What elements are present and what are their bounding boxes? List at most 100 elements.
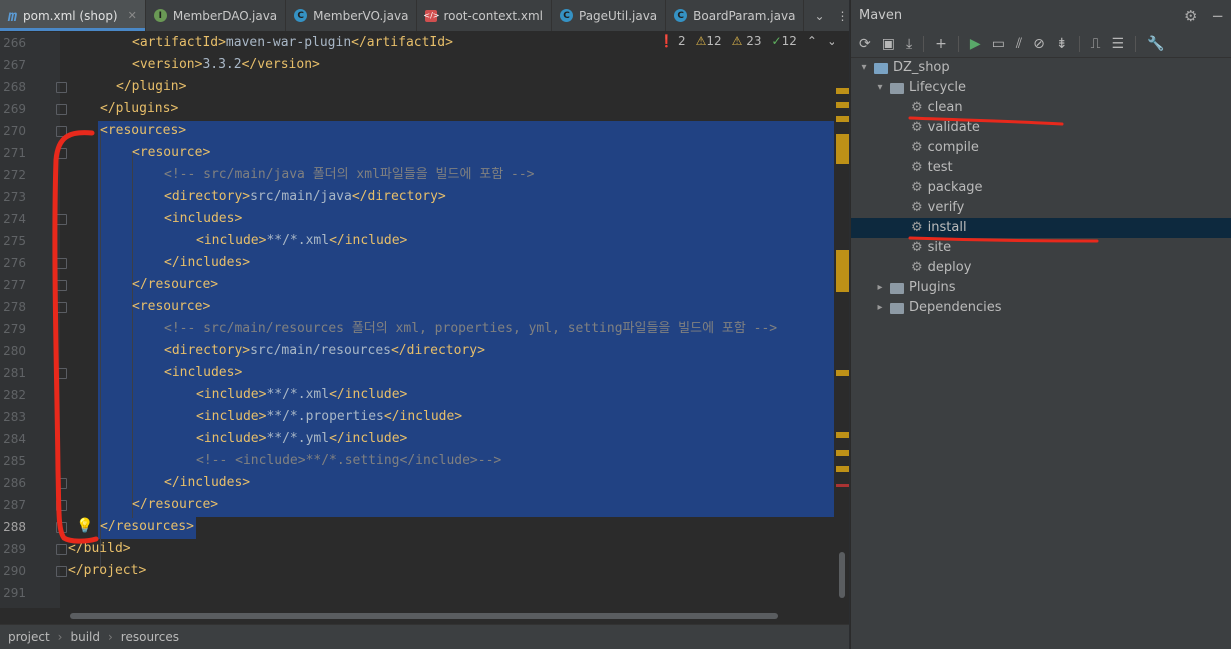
stripe-marker[interactable] [836, 250, 849, 292]
lifecycle-goal-test[interactable]: ⚙ test [911, 158, 953, 178]
lifecycle-goal-package[interactable]: ⚙ package [911, 178, 983, 198]
fold-marker[interactable] [56, 148, 67, 159]
inspection-widget[interactable]: ❗ 2 ⚠12 ⚠ 23 ✓12 ⌃ ⌄ [659, 34, 837, 48]
code-line[interactable]: </includes> [164, 252, 250, 274]
minimize-icon[interactable]: − [1211, 7, 1224, 25]
stripe-marker[interactable] [836, 370, 849, 376]
more-options-icon[interactable]: ⋮ [837, 9, 849, 23]
chevron-right-icon[interactable]: ▸ [875, 298, 885, 318]
code-area[interactable]: <artifactId>maven-war-plugin</artifactId… [68, 32, 834, 608]
code-line[interactable]: </includes> [164, 472, 250, 494]
stripe-marker[interactable] [836, 466, 849, 472]
stripe-marker[interactable] [836, 88, 849, 94]
skip-tests-icon[interactable]: ⊘ [1033, 36, 1045, 52]
tab-0[interactable]: m pom.xml (shop) ✕ [0, 0, 146, 31]
code-line[interactable]: <!-- src/main/java 폴더의 xml파일들을 빌드에 포함 --… [164, 164, 535, 186]
code-line[interactable]: <includes> [164, 208, 242, 230]
horizontal-scrollbar-thumb[interactable] [70, 613, 778, 619]
code-line[interactable]: </plugins> [100, 98, 178, 120]
stripe-marker[interactable] [836, 432, 849, 438]
close-icon[interactable]: ✕ [128, 9, 137, 22]
stripe-marker[interactable] [836, 116, 849, 122]
chevron-down-icon[interactable]: ▾ [875, 78, 885, 98]
vertical-scrollbar-thumb[interactable] [839, 552, 845, 598]
toggle-offline-icon[interactable]: ⫽ [1016, 36, 1022, 52]
code-line[interactable]: </build> [68, 538, 131, 560]
bulb-icon[interactable]: 💡 [76, 518, 93, 534]
add-icon[interactable]: + [935, 36, 947, 52]
code-line[interactable]: </resource> [132, 274, 218, 296]
tree-dependencies[interactable]: ▸ Dependencies [875, 298, 1001, 318]
error-count[interactable]: ❗ 2 [659, 34, 685, 48]
code-line[interactable]: <includes> [164, 362, 242, 384]
download-icon[interactable]: ⤓ [906, 36, 912, 52]
generate-sources-icon[interactable]: ▣ [882, 36, 895, 52]
chevron-down-icon[interactable]: ⌄ [814, 9, 824, 23]
typo-count[interactable]: ✓12 [772, 34, 797, 48]
chevron-right-icon[interactable]: ▸ [875, 278, 885, 298]
run-icon[interactable]: ▶ [970, 36, 981, 52]
code-line[interactable]: <include>**/*.yml</include> [196, 428, 407, 450]
lifecycle-goal-validate[interactable]: ⚙ validate [911, 118, 980, 138]
horizontal-scrollbar[interactable] [68, 610, 834, 622]
lifecycle-goal-install[interactable]: ⚙ install [851, 218, 1231, 238]
code-line[interactable]: <resources> [100, 120, 186, 142]
tab-5[interactable]: C BoardParam.java [666, 0, 805, 31]
fold-marker[interactable] [56, 258, 67, 269]
error-marker[interactable] [836, 484, 849, 487]
tab-3[interactable]: </> root-context.xml [417, 0, 552, 31]
code-line[interactable]: </resources> [100, 516, 194, 538]
weak-warning-count[interactable]: ⚠ 23 [732, 34, 762, 48]
fold-marker[interactable] [56, 82, 67, 93]
code-line[interactable]: </resource> [132, 494, 218, 516]
breadcrumb-item[interactable]: resources [121, 630, 179, 644]
fold-marker[interactable] [56, 566, 67, 577]
lifecycle-goal-clean[interactable]: ⚙ clean [911, 98, 963, 118]
code-line[interactable]: <directory>src/main/java</directory> [164, 186, 446, 208]
gear-icon[interactable]: ⚙ [1184, 7, 1197, 25]
fold-marker[interactable] [56, 302, 67, 313]
fold-marker[interactable] [56, 126, 67, 137]
code-line[interactable]: <include>**/*.xml</include> [196, 230, 407, 252]
lifecycle-goal-site[interactable]: ⚙ site [911, 238, 951, 258]
code-line[interactable]: <artifactId>maven-war-plugin</artifactId… [132, 32, 453, 54]
code-editor[interactable]: m pom.xml (shop) ✕ I MemberDAO.java C MemberVO… [0, 0, 849, 649]
stripe-marker[interactable] [836, 134, 849, 164]
stripe-marker[interactable] [836, 450, 849, 456]
lifecycle-goal-deploy[interactable]: ⚙ deploy [911, 258, 971, 278]
wrench-icon[interactable]: 🔧 [1147, 36, 1164, 52]
fold-marker[interactable] [56, 214, 67, 225]
breadcrumb-item[interactable]: build [70, 630, 100, 644]
fold-marker[interactable] [56, 478, 67, 489]
code-line[interactable]: <resource> [132, 142, 210, 164]
code-line[interactable]: <resource> [132, 296, 210, 318]
breadcrumb-item[interactable]: project [8, 630, 50, 644]
fold-marker[interactable] [56, 500, 67, 511]
fold-marker[interactable] [56, 104, 67, 115]
collapse-icon[interactable]: ⇟ [1056, 36, 1068, 52]
tree-project[interactable]: ▾ DZ_shop [859, 58, 949, 78]
chevron-down-icon[interactable]: ▾ [859, 58, 869, 78]
code-line[interactable]: <include>**/*.properties</include> [196, 406, 462, 428]
fold-marker[interactable] [56, 368, 67, 379]
lifecycle-goal-verify[interactable]: ⚙ verify [911, 198, 964, 218]
code-line[interactable]: <!-- src/main/resources 폴더의 xml, propert… [164, 318, 777, 340]
expand-all-icon[interactable]: ☰ [1111, 36, 1124, 52]
fold-marker[interactable] [56, 544, 67, 555]
code-line[interactable]: <version>3.3.2</version> [132, 54, 320, 76]
fold-marker[interactable] [56, 522, 67, 533]
show-dependencies-icon[interactable]: ⎍ [1091, 36, 1101, 52]
fold-marker[interactable] [56, 280, 67, 291]
error-stripe[interactable] [834, 32, 849, 608]
lifecycle-goal-compile[interactable]: ⚙ compile [911, 138, 979, 158]
tree-plugins[interactable]: ▸ Plugins [875, 278, 955, 298]
reload-icon[interactable]: ⟳ [859, 36, 871, 52]
tab-2[interactable]: C MemberVO.java [286, 0, 418, 31]
tree-lifecycle[interactable]: ▾ Lifecycle [875, 78, 966, 98]
chevron-up-icon[interactable]: ⌃ [807, 34, 817, 48]
code-line[interactable]: </plugin> [116, 76, 186, 98]
warning-count[interactable]: ⚠12 [696, 34, 722, 48]
code-line[interactable]: </project> [68, 560, 146, 582]
stripe-marker[interactable] [836, 102, 849, 108]
code-line[interactable]: <!-- <include>**/*.setting</include>--> [196, 450, 501, 472]
